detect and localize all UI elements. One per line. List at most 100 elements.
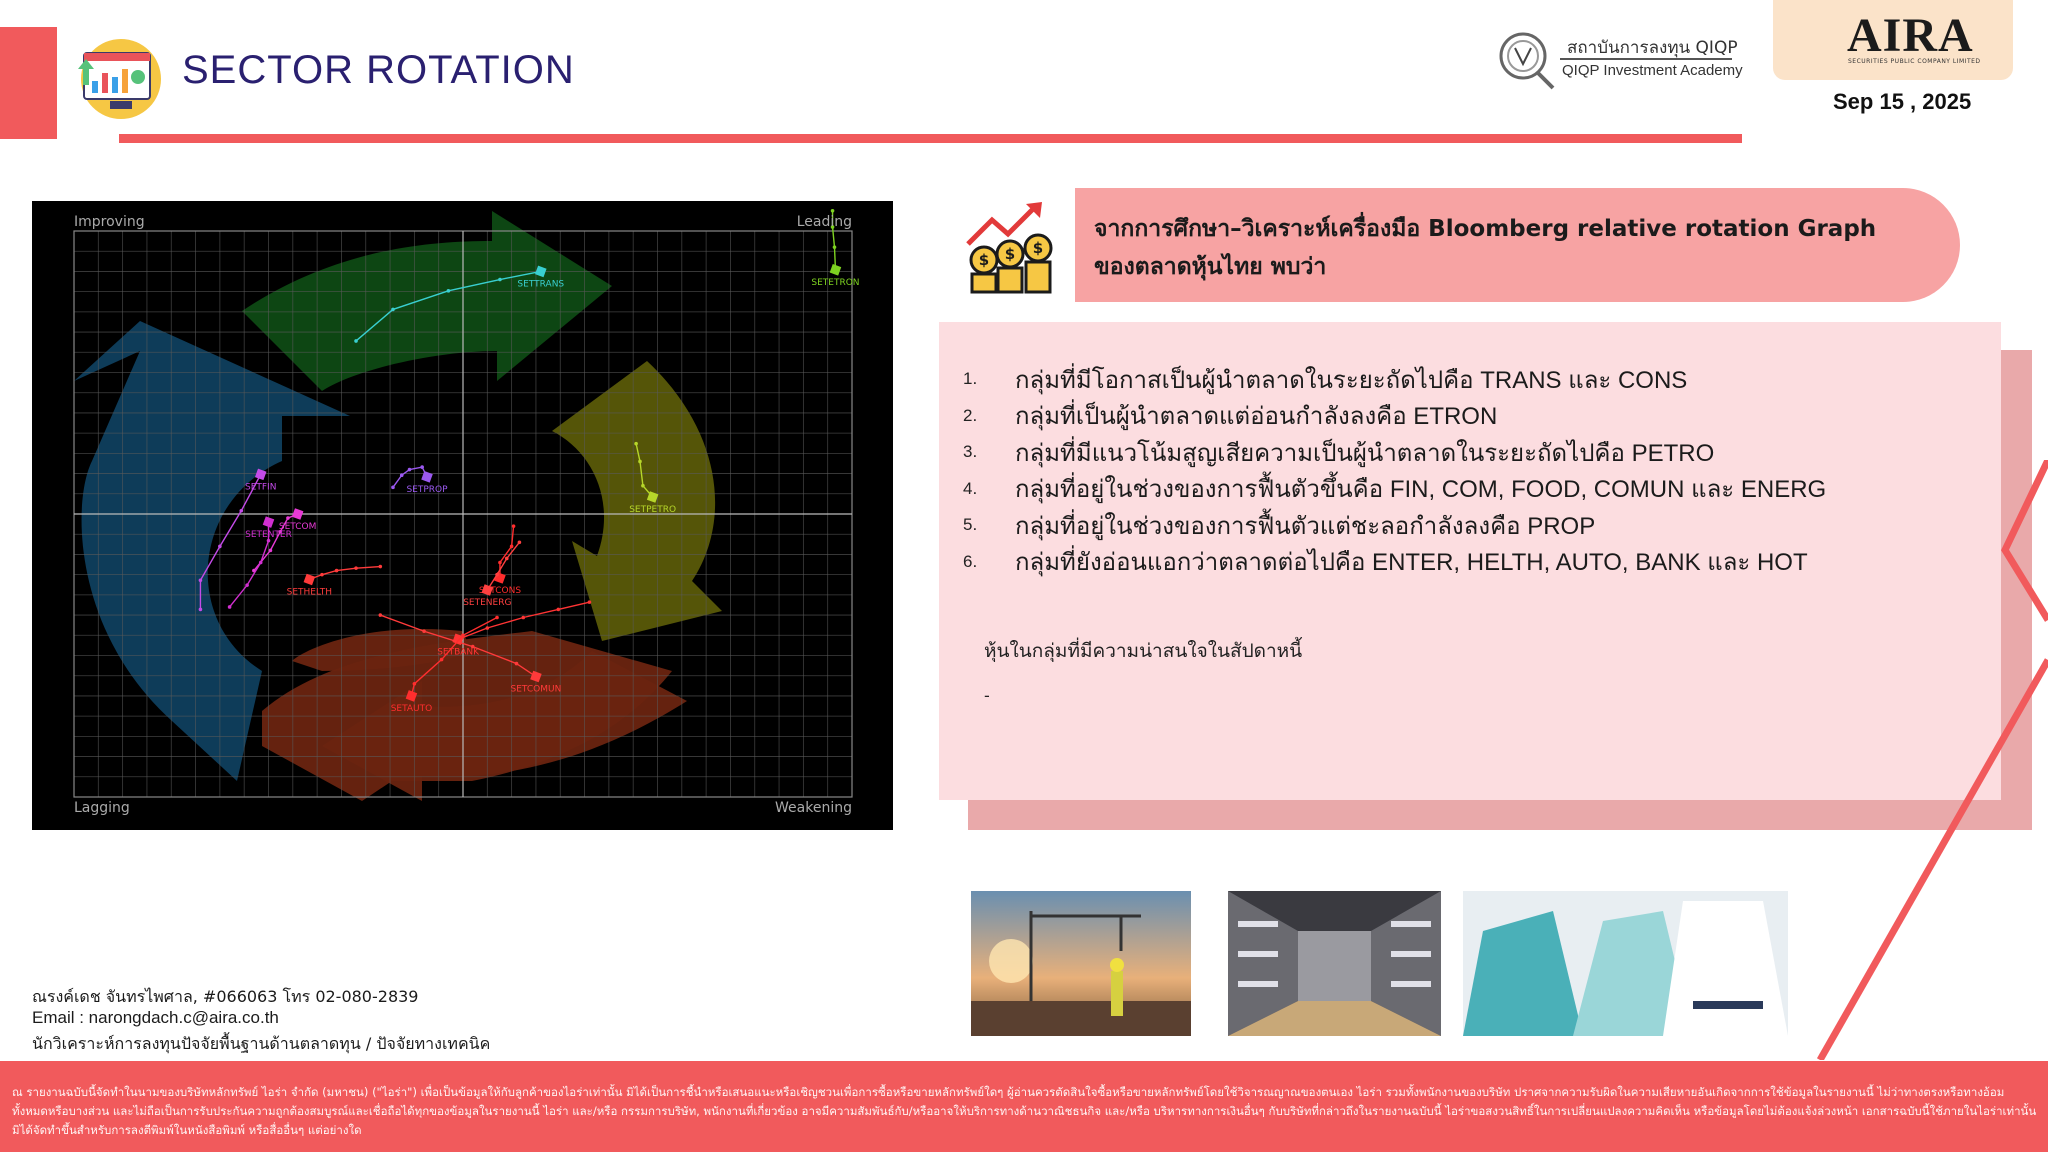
page-title: SECTOR ROTATION (182, 48, 575, 92)
analyst-role: นักวิเคราะห์การลงทุนปัจจัยพื้นฐานด้านตลา… (32, 1034, 491, 1053)
finding-text: กลุ่มที่เป็นผู้นำตลาดแต่อ่อนกำลังลงคือ E… (1015, 403, 1498, 431)
sector-tail-line (486, 541, 520, 591)
svg-text:$: $ (1033, 239, 1043, 257)
sector-tail-point (354, 339, 358, 343)
sector-tail-point (407, 467, 412, 472)
sector-tail-point (470, 644, 475, 649)
sector-tail-point (439, 657, 444, 662)
sector-label: SETFIN (245, 482, 276, 492)
svg-text:$: $ (979, 251, 989, 269)
findings-heading-line-1: จากการศึกษา–วิเคราะห์เครื่องมือ Bloomber… (1094, 216, 1877, 242)
report-date: Sep 15 , 2025 (1833, 89, 1972, 114)
brand-logo: AIRA (1847, 9, 1974, 62)
analyst-name: ณรงค์เดช จันทรไพศาล, #066063 โทร 02-080-… (32, 987, 419, 1006)
medical-staff-photo (1463, 891, 1788, 1036)
finding-text: กลุ่มที่มีแนวโน้มสูญเสียความเป็นผู้นำตลา… (1015, 439, 1715, 467)
sector-tail-point (420, 465, 424, 469)
sector-tail-line (309, 565, 381, 581)
sector-tail-point (320, 572, 324, 577)
sector-tail-point (245, 583, 249, 587)
weakening-arrow (552, 361, 722, 641)
sector-tail-point (218, 544, 222, 549)
sector-tail-point (378, 564, 383, 569)
disclaimer-text: ณ รายงานฉบับนี้จัดทำในนามของบริษัทหลักทร… (12, 1085, 2037, 1137)
interesting-stocks-value: - (984, 686, 990, 705)
sector-tail-point (258, 560, 263, 565)
finding-number: 5. (963, 515, 978, 535)
sector-head-marker (303, 573, 316, 586)
sector-label: SETENTER (245, 530, 292, 540)
quadrant-label-leading: Leading (797, 214, 852, 230)
sector-tail-point (634, 441, 638, 446)
sector-tail-point (227, 605, 232, 609)
sector-tail-point (830, 208, 835, 213)
qiqp-thai-name: สถาบันการลงทุน QIQP (1567, 38, 1738, 58)
finding-item: 1. กลุ่มที่มีโอกาสเป็นผู้นำตลาดในระยะถัดไ… (963, 361, 1983, 398)
sector-tail-point (485, 626, 490, 630)
sector-label: SETBANK (437, 647, 480, 657)
quadrant-label-weakening: Weakening (775, 800, 852, 816)
sector-head-marker (262, 516, 275, 528)
finding-item: 2. กลุ่มที่เป็นผู้นำตลาดแต่อ่อนกำลังลงคือ… (963, 398, 1983, 435)
sector-tail-point (399, 473, 404, 477)
sector-label: SETAUTO (391, 704, 433, 714)
sector-tail-point (504, 556, 509, 561)
sector-tail-point (334, 568, 339, 573)
sector-head-marker (421, 471, 433, 483)
sector-tail-point (495, 572, 499, 577)
sector-tail-point (556, 607, 561, 612)
sector-head-marker (829, 264, 842, 276)
analytics-dashboard-icon (78, 39, 161, 119)
sector-series-setprop: SETPROP (391, 465, 448, 495)
sector-series-sethelth: SETHELTH (287, 564, 383, 597)
sector-tail-point (521, 615, 526, 620)
svg-text:$: $ (1005, 245, 1015, 263)
finding-text: กลุ่มที่มีโอกาสเป็นผู้นำตลาดในระยะถัดไปค… (1015, 366, 1688, 394)
store-shelves-photo (1228, 891, 1441, 1036)
qiqp-english-name: QIQP Investment Academy (1562, 62, 1743, 79)
finding-text: กลุ่มที่อยู่ในช่วงของการฟื้นตัวแต่ชะลอกำ… (1015, 512, 1596, 540)
sector-tail-point (514, 661, 519, 666)
sector-label: SETTRANS (517, 279, 564, 289)
finding-number: 3. (963, 442, 978, 462)
interesting-stocks-label: หุ้นในกลุ่มที่มีความน่าสนใจในสัปดาหนี้ (984, 640, 1303, 662)
sector-tail-point (268, 548, 273, 553)
sector-tail-point (412, 682, 417, 686)
sector-tail-point (286, 516, 290, 520)
sector-tail-point (354, 566, 358, 570)
finding-text: กลุ่มที่ยังอ่อนแอกว่าตลาดต่อไปคือ ENTER,… (1015, 549, 1808, 577)
sector-tail-point (495, 615, 499, 620)
finding-text: กลุ่มที่อยู่ในช่วงของการฟื้นตัวขึ้นคือ F… (1015, 476, 1827, 504)
title-underline (119, 134, 1742, 143)
findings-heading-line-2: ของตลาดหุ้นไทย พบว่า (1094, 254, 1327, 280)
sector-tail-point (517, 540, 522, 545)
sector-label: SETPETRO (629, 505, 676, 515)
sector-tail-point (511, 524, 516, 528)
sector-tail-point (832, 245, 837, 249)
sector-tail-point (239, 508, 244, 513)
analyst-email: Email : narongdach.c@aira.co.th (32, 1008, 279, 1027)
growth-money-icon: $ $ $ (966, 202, 1053, 294)
sector-tail-point (391, 485, 395, 490)
sector-label: SETENERG (463, 598, 511, 608)
finding-number: 6. (963, 551, 978, 571)
sector-label: SETHELTH (287, 587, 332, 597)
sector-tail-point (391, 307, 395, 312)
sector-tail-point (587, 600, 592, 604)
leading-arrow (242, 211, 612, 391)
construction-photo (971, 891, 1191, 1036)
finding-number: 2. (963, 405, 978, 425)
quadrant-label-lagging: Lagging (74, 800, 130, 816)
sector-tail-point (498, 560, 502, 565)
sector-tail-point (198, 607, 203, 612)
sector-tail-point (422, 629, 426, 634)
header-accent-tab (0, 27, 57, 139)
finding-number: 1. (963, 369, 978, 389)
sector-tail-point (446, 289, 451, 293)
sector-tail-point (498, 277, 502, 282)
sector-tail-point (378, 613, 383, 617)
decorative-lines (1816, 460, 2048, 1060)
sector-tail-point (461, 633, 465, 638)
qiqp-logo-icon (1499, 32, 1555, 90)
quadrant-label-improving: Improving (74, 214, 145, 230)
